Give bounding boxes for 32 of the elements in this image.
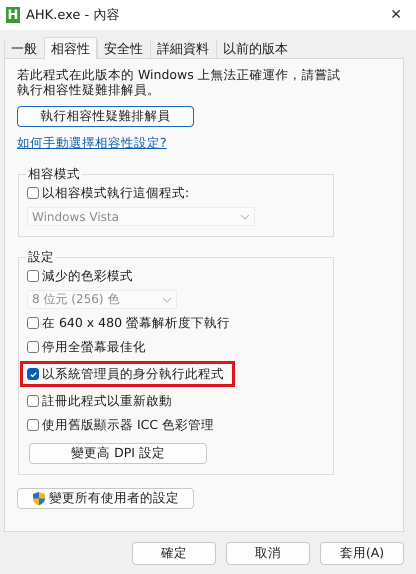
checkbox-label: 在 640 x 480 螢幕解析度下執行	[42, 314, 230, 332]
checkbox[interactable]	[27, 270, 39, 282]
shield-icon	[32, 491, 46, 506]
checkbox-label: 停用全螢幕最佳化	[42, 338, 146, 356]
app-icon: H	[6, 7, 20, 23]
checkbox[interactable]	[27, 395, 39, 407]
all-users-button[interactable]: 變更所有使用者的設定	[17, 488, 194, 509]
dpi-settings-button[interactable]: 變更高 DPI 設定	[29, 443, 207, 464]
close-button[interactable]: ✕	[384, 7, 408, 23]
dialog-button[interactable]: 確定	[132, 542, 216, 565]
description-text: 若此程式在此版本的 Windows 上無法正確運作，請嘗試執行相容性疑難排解員。	[17, 67, 342, 97]
check-icon	[28, 370, 38, 378]
checkbox[interactable]	[27, 187, 39, 199]
group-legend: 設定	[26, 249, 56, 266]
chevron-icon	[162, 296, 172, 302]
checkbox[interactable]	[27, 419, 39, 431]
chevron-icon	[240, 214, 250, 220]
checkbox-label: 以系統管理員的身分執行此程式	[42, 366, 224, 382]
checkbox[interactable]	[27, 341, 39, 353]
checkbox[interactable]	[27, 317, 39, 329]
checkbox-label: 減少的色彩模式	[42, 268, 133, 284]
group-legend: 相容模式	[26, 166, 82, 183]
dialog-button[interactable]: 取消	[226, 542, 310, 565]
troubleshooter-button[interactable]: 執行相容性疑難排解員	[17, 106, 194, 127]
dialog-button[interactable]: 套用(A)	[320, 542, 404, 565]
checkbox-label: 註冊此程式以重新啟動	[42, 392, 172, 410]
checkbox[interactable]	[27, 368, 39, 380]
checkbox-label: 使用舊版顯示器 ICC 色彩管理	[42, 416, 214, 434]
window-title: AHK.exe - 內容	[26, 7, 120, 24]
tab[interactable]: 相容性	[44, 37, 97, 59]
help-link[interactable]: 如何手動選擇相容性設定?	[17, 135, 391, 152]
checkbox-label: 以相容模式執行這個程式:	[42, 184, 190, 202]
